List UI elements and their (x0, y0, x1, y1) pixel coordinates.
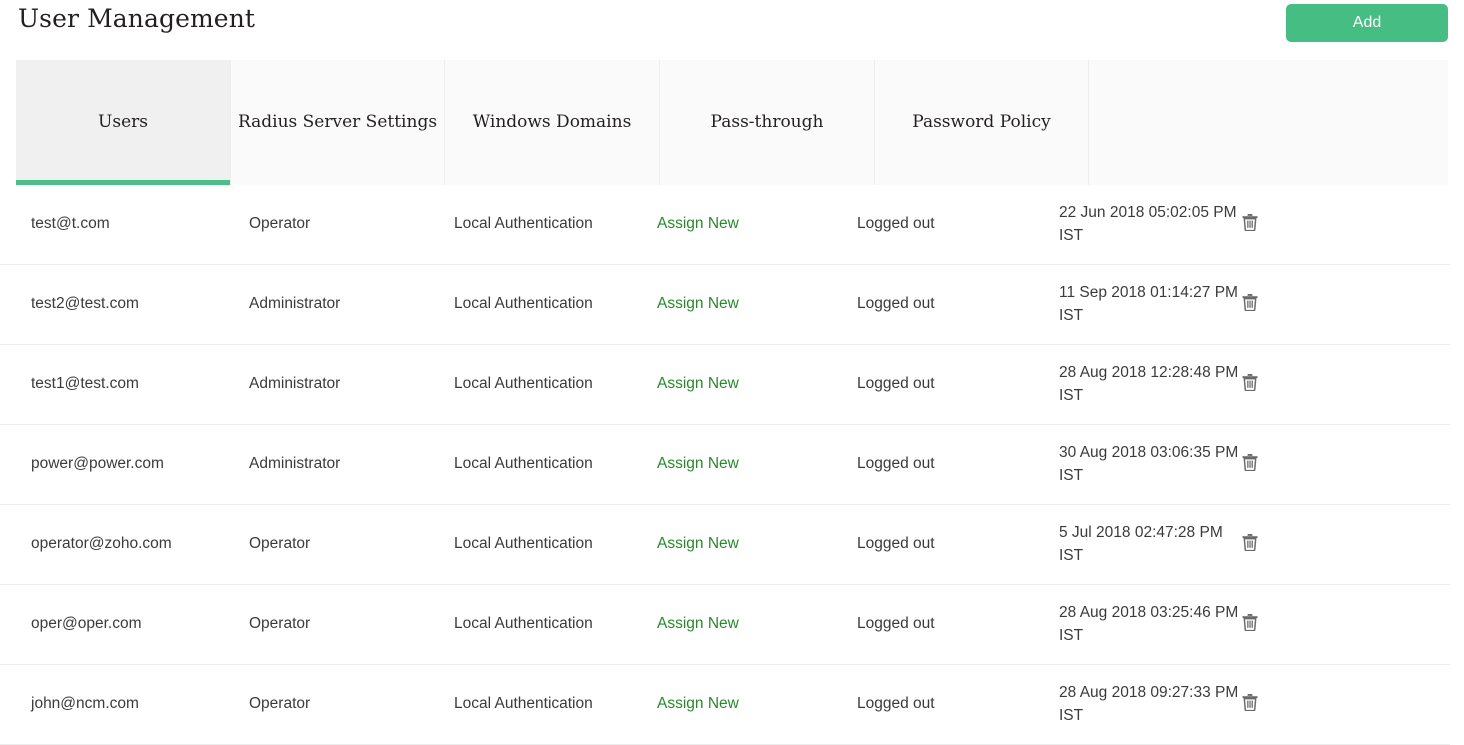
assign-new-cell: Assign New (657, 424, 857, 505)
delete-action-cell (1239, 185, 1450, 265)
login-status-cell: Logged out (857, 584, 1059, 665)
user-email-cell: operator@zoho.com (0, 504, 249, 585)
user-role-cell: Operator (249, 584, 454, 665)
delete-user-button[interactable] (1239, 211, 1261, 233)
delete-user-button[interactable] (1239, 691, 1261, 713)
login-status-cell: Logged out (857, 664, 1059, 745)
delete-user-button[interactable] (1239, 291, 1261, 313)
user-role-cell: Administrator (249, 344, 454, 425)
delete-user-button[interactable] (1239, 371, 1261, 393)
assign-new-cell: Assign New (657, 504, 857, 585)
trash-icon (1242, 533, 1258, 551)
user-table-body: test@t.com Operator Local Authentication As… (0, 185, 1450, 745)
login-status-cell: Logged out (857, 504, 1059, 585)
user-table: test@t.com Operator Local Authentication As… (0, 185, 1450, 745)
trash-icon (1242, 373, 1258, 391)
user-role-cell: Administrator (249, 424, 454, 505)
page-title: User Management (18, 4, 256, 33)
user-email-cell: power@power.com (0, 424, 249, 505)
table-row: test@t.com Operator Local Authentication As… (0, 185, 1450, 265)
assign-new-cell: Assign New (657, 185, 857, 265)
delete-user-button[interactable] (1239, 611, 1261, 633)
assign-new-link[interactable]: Assign New (657, 615, 739, 632)
last-login-cell: 11 Sep 2018 01:14:27 PM IST (1059, 264, 1239, 345)
tab-bar-filler (1089, 60, 1448, 185)
tab-users[interactable]: Users (16, 60, 231, 185)
last-login-cell: 30 Aug 2018 03:06:35 PM IST (1059, 424, 1239, 505)
tab-radius-server-settings[interactable]: Radius Server Settings (231, 60, 445, 185)
auth-type-cell: Local Authentication (454, 264, 657, 345)
user-role-cell: Operator (249, 185, 454, 265)
trash-icon (1242, 213, 1258, 231)
login-status-cell: Logged out (857, 344, 1059, 425)
delete-user-button[interactable] (1239, 531, 1261, 553)
assign-new-link[interactable]: Assign New (657, 535, 739, 552)
user-email-cell: john@ncm.com (0, 664, 249, 745)
login-status-cell: Logged out (857, 185, 1059, 265)
assign-new-cell: Assign New (657, 264, 857, 345)
delete-action-cell (1239, 584, 1450, 665)
assign-new-link[interactable]: Assign New (657, 695, 739, 712)
auth-type-cell: Local Authentication (454, 584, 657, 665)
tab-bar: Users Radius Server Settings Windows Dom… (16, 60, 1448, 185)
table-row: oper@oper.com Operator Local Authenticatio… (0, 584, 1450, 665)
tab-pass-through-label: Pass-through (710, 112, 824, 133)
auth-type-cell: Local Authentication (454, 185, 657, 265)
tab-pass-through[interactable]: Pass-through (660, 60, 875, 185)
assign-new-link[interactable]: Assign New (657, 455, 739, 472)
table-row: test2@test.com Administrator Local Authent… (0, 264, 1450, 345)
assign-new-cell: Assign New (657, 664, 857, 745)
user-role-cell: Administrator (249, 264, 454, 345)
auth-type-cell: Local Authentication (454, 504, 657, 585)
assign-new-link[interactable]: Assign New (657, 375, 739, 392)
delete-action-cell (1239, 664, 1450, 745)
last-login-cell: 28 Aug 2018 09:27:33 PM IST (1059, 664, 1239, 745)
last-login-cell: 28 Aug 2018 03:25:46 PM IST (1059, 584, 1239, 665)
login-status-cell: Logged out (857, 264, 1059, 345)
tab-radius-server-settings-label: Radius Server Settings (237, 112, 438, 133)
login-status-cell: Logged out (857, 424, 1059, 505)
page-header: User Management Add (0, 0, 1464, 60)
assign-new-link[interactable]: Assign New (657, 215, 739, 232)
table-row: test1@test.com Administrator Local Authent… (0, 344, 1450, 425)
user-email-cell: test2@test.com (0, 264, 249, 345)
delete-user-button[interactable] (1239, 451, 1261, 473)
add-button[interactable]: Add (1286, 4, 1448, 42)
tab-windows-domains[interactable]: Windows Domains (445, 60, 660, 185)
table-row: john@ncm.com Operator Local Authentication… (0, 664, 1450, 745)
assign-new-link[interactable]: Assign New (657, 295, 739, 312)
delete-action-cell (1239, 424, 1450, 505)
delete-action-cell (1239, 344, 1450, 425)
table-row: power@power.com Administrator Local Authen… (0, 424, 1450, 505)
tab-password-policy[interactable]: Password Policy (875, 60, 1089, 185)
auth-type-cell: Local Authentication (454, 664, 657, 745)
assign-new-cell: Assign New (657, 344, 857, 425)
last-login-cell: 28 Aug 2018 12:28:48 PM IST (1059, 344, 1239, 425)
tab-password-policy-label: Password Policy (912, 112, 1051, 133)
trash-icon (1242, 693, 1258, 711)
user-role-cell: Operator (249, 504, 454, 585)
delete-action-cell (1239, 264, 1450, 345)
user-email-cell: test1@test.com (0, 344, 249, 425)
user-email-cell: test@t.com (0, 185, 249, 265)
last-login-cell: 5 Jul 2018 02:47:28 PM IST (1059, 504, 1239, 585)
trash-icon (1242, 613, 1258, 631)
delete-action-cell (1239, 504, 1450, 585)
user-email-cell: oper@oper.com (0, 584, 249, 665)
auth-type-cell: Local Authentication (454, 424, 657, 505)
trash-icon (1242, 453, 1258, 471)
tab-windows-domains-label: Windows Domains (472, 112, 632, 133)
user-role-cell: Operator (249, 664, 454, 745)
last-login-cell: 22 Jun 2018 05:02:05 PM IST (1059, 185, 1239, 265)
assign-new-cell: Assign New (657, 584, 857, 665)
auth-type-cell: Local Authentication (454, 344, 657, 425)
tab-users-label: Users (98, 112, 148, 133)
table-row: operator@zoho.com Operator Local Authentic… (0, 504, 1450, 585)
trash-icon (1242, 293, 1258, 311)
